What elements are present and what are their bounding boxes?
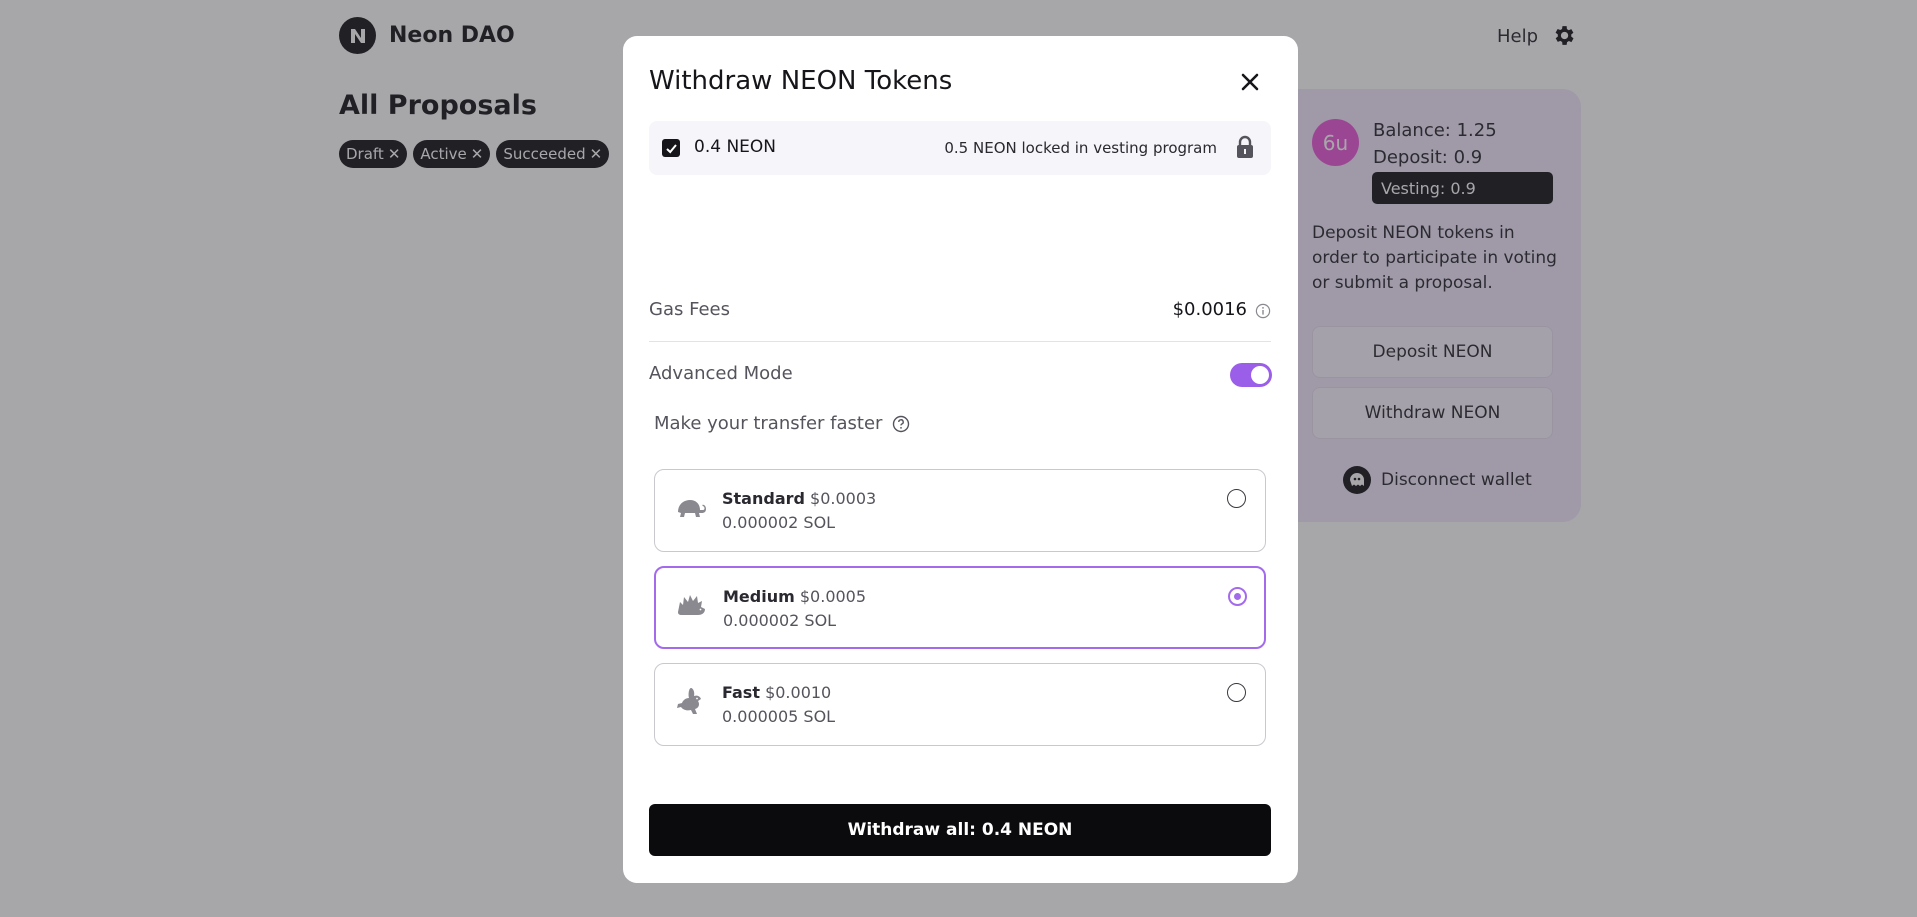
option-sol: 0.000005 SOL (722, 707, 836, 726)
token-amount: 0.4 NEON (694, 137, 776, 157)
advanced-mode-label: Advanced Mode (649, 363, 793, 384)
hedgehog-icon (678, 595, 705, 615)
speed-radio-fast[interactable] (1227, 683, 1246, 702)
option-sol: 0.000002 SOL (723, 611, 837, 630)
token-checkbox[interactable] (662, 139, 680, 157)
speed-option-fast[interactable]: Fast $0.0010 0.000005 SOL (654, 663, 1266, 746)
option-price: $0.0010 (765, 683, 832, 702)
withdraw-modal: Withdraw NEON Tokens 0.4 NEON 0.5 NEON l… (623, 36, 1298, 883)
rabbit-icon (677, 688, 701, 714)
speed-option-medium[interactable]: Medium $0.0005 0.000002 SOL (654, 566, 1266, 649)
speed-radio-medium[interactable] (1228, 587, 1247, 606)
transfer-speed-label: Make your transfer faster (654, 413, 883, 434)
option-price: $0.0005 (799, 587, 867, 606)
check-icon (665, 143, 677, 153)
speed-option-standard[interactable]: Standard $0.0003 0.000002 SOL (654, 469, 1266, 552)
lock-icon (1237, 135, 1253, 158)
toggle-knob (1251, 366, 1269, 384)
option-name: Fast (722, 683, 760, 702)
option-sol: 0.000002 SOL (722, 513, 836, 532)
gas-fees-row: Gas Fees $0.0016 (649, 299, 1271, 329)
option-name: Medium (723, 587, 795, 606)
speed-radio-standard[interactable] (1227, 489, 1246, 508)
question-icon[interactable] (892, 415, 910, 433)
option-title: Fast $0.0010 (722, 683, 831, 702)
divider (649, 341, 1271, 342)
advanced-mode-toggle[interactable] (1230, 363, 1272, 387)
gas-fees-value: $0.0016 (1172, 299, 1247, 320)
option-name: Standard (722, 489, 805, 508)
gas-fees-label: Gas Fees (649, 299, 730, 320)
withdraw-all-button[interactable]: Withdraw all: 0.4 NEON (649, 804, 1271, 856)
close-icon[interactable] (1238, 70, 1262, 94)
locked-note: 0.5 NEON locked in vesting program (944, 139, 1217, 157)
transfer-speed-header: Make your transfer faster (654, 413, 910, 434)
option-title: Standard $0.0003 (722, 489, 876, 508)
info-icon[interactable] (1255, 303, 1271, 319)
option-price: $0.0003 (810, 489, 877, 508)
turtle-icon (678, 500, 706, 517)
option-title: Medium $0.0005 (723, 587, 866, 606)
token-selection-row: 0.4 NEON 0.5 NEON locked in vesting prog… (649, 121, 1271, 175)
modal-title: Withdraw NEON Tokens (649, 66, 953, 96)
